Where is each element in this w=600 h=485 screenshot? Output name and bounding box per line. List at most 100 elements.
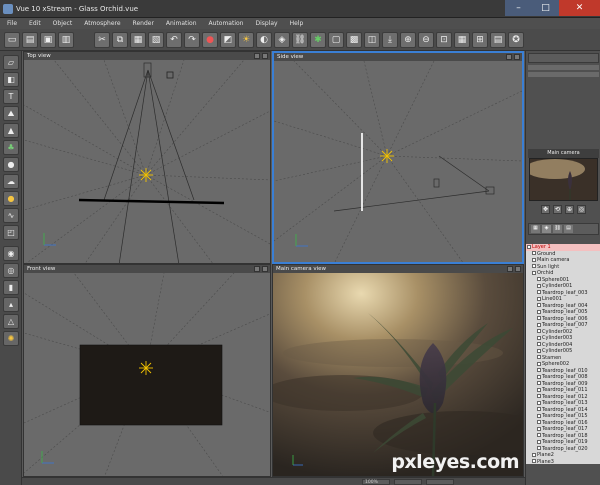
visibility-checkbox[interactable] [537, 387, 541, 392]
visibility-checkbox[interactable] [537, 446, 541, 450]
cylinder-icon[interactable]: ▮ [3, 280, 19, 295]
visibility-checkbox[interactable] [537, 355, 541, 359]
menu-display[interactable]: Display [252, 20, 286, 27]
pyramid-icon[interactable]: △ [3, 314, 19, 329]
panel-slider-2[interactable] [528, 72, 599, 77]
visibility-checkbox[interactable] [537, 439, 541, 444]
render-icon[interactable]: ● [202, 32, 218, 48]
plant-icon[interactable]: ♣ [3, 140, 19, 155]
light-icon[interactable]: ● [3, 191, 19, 206]
rock-icon[interactable]: ▲ [3, 123, 19, 138]
visibility-checkbox[interactable] [527, 244, 531, 249]
metablob-icon[interactable]: ✺ [3, 331, 19, 346]
atmosphere-icon[interactable]: ☀ [238, 32, 254, 48]
world-tree-item[interactable]: Plane3 [526, 459, 600, 464]
save-as-icon[interactable]: ▥ [58, 32, 74, 48]
visibility-checkbox[interactable] [537, 394, 541, 398]
minimize-button[interactable]: – [505, 0, 532, 16]
cam-zoom-icon[interactable]: ⊕ [565, 205, 574, 214]
sky-icon[interactable]: ◐ [256, 32, 272, 48]
visibility-checkbox[interactable] [537, 348, 541, 353]
visibility-checkbox[interactable] [537, 329, 541, 333]
visibility-checkbox[interactable] [537, 374, 541, 379]
zoom-in-icon[interactable]: ⊕ [400, 32, 416, 48]
camera-preview[interactable] [529, 158, 598, 201]
close-button[interactable]: ✕ [559, 0, 600, 16]
viewport-side[interactable]: Side view [272, 51, 524, 264]
visibility-checkbox[interactable] [537, 400, 541, 405]
viewport-min-icon[interactable] [254, 266, 260, 272]
visibility-checkbox[interactable] [532, 270, 536, 275]
cube-icon[interactable]: ◧ [3, 72, 19, 87]
viewport-min-icon[interactable] [507, 266, 513, 272]
visibility-checkbox[interactable] [537, 407, 541, 411]
tab-links-icon[interactable]: ⛓ [553, 225, 562, 233]
panel-slider-1[interactable] [528, 65, 599, 70]
panel-tabs[interactable] [528, 53, 599, 63]
text-icon[interactable]: T [3, 89, 19, 104]
visibility-checkbox[interactable] [537, 361, 541, 366]
import-icon[interactable]: ◰ [3, 225, 19, 240]
paste-icon[interactable]: ▦ [130, 32, 146, 48]
redo-icon[interactable]: ↷ [184, 32, 200, 48]
duplicate-icon[interactable]: ▧ [148, 32, 164, 48]
tab-objects-icon[interactable]: ▦ [531, 225, 540, 233]
open-icon[interactable]: ▤ [22, 32, 38, 48]
viewport-front[interactable]: Front view [23, 264, 271, 477]
sphere-primitive-icon[interactable]: ◉ [3, 246, 19, 261]
cloud-icon[interactable]: ☁ [3, 174, 19, 189]
visibility-checkbox[interactable] [537, 290, 541, 294]
viewport-max-icon[interactable] [514, 54, 520, 60]
visibility-checkbox[interactable] [537, 303, 541, 307]
color-palette-icon[interactable]: ✱ [310, 32, 326, 48]
maximize-button[interactable]: □ [532, 0, 559, 16]
visibility-checkbox[interactable] [537, 296, 541, 301]
undo-icon[interactable]: ↶ [166, 32, 182, 48]
new-icon[interactable]: ▭ [4, 32, 20, 48]
cam-orbit-icon[interactable]: ⟲ [553, 205, 562, 214]
menu-automation[interactable]: Automation [206, 20, 253, 27]
visibility-checkbox[interactable] [537, 413, 541, 418]
tab-library-icon[interactable]: ▤ [564, 225, 573, 233]
visibility-checkbox[interactable] [537, 309, 541, 314]
viewport-max-icon[interactable] [515, 266, 521, 272]
world-browser-icon[interactable]: ✪ [508, 32, 524, 48]
cone-icon[interactable]: ▴ [3, 297, 19, 312]
material-icon[interactable]: ◈ [274, 32, 290, 48]
viewport-top[interactable]: Top view [23, 51, 271, 264]
viewport-min-icon[interactable] [506, 54, 512, 60]
visibility-checkbox[interactable] [537, 426, 541, 431]
menu-help[interactable]: Help [287, 20, 313, 27]
visibility-checkbox[interactable] [537, 433, 541, 437]
visibility-checkbox[interactable] [532, 251, 536, 255]
terrain-icon[interactable]: ⛰ [3, 106, 19, 121]
cut-icon[interactable]: ✂ [94, 32, 110, 48]
zoom-fit-icon[interactable]: ⊡ [436, 32, 452, 48]
viewport-max-icon[interactable] [262, 266, 268, 272]
cam-focus-icon[interactable]: ◎ [577, 205, 586, 214]
torus-icon[interactable]: ◎ [3, 263, 19, 278]
viewport-layout-icon[interactable]: ⊞ [472, 32, 488, 48]
link-icon[interactable]: ⛓ [292, 32, 308, 48]
group-icon[interactable]: ▢ [328, 32, 344, 48]
menu-render[interactable]: Render [130, 20, 163, 27]
visibility-checkbox[interactable] [537, 316, 541, 320]
camera-icon[interactable]: ▤ [490, 32, 506, 48]
zoom-out-icon[interactable]: ⊖ [418, 32, 434, 48]
menu-animation[interactable]: Animation [163, 20, 206, 27]
ungroup-icon[interactable]: ▩ [346, 32, 362, 48]
render-area-icon[interactable]: ◩ [220, 32, 236, 48]
menu-atmosphere[interactable]: Atmosphere [81, 20, 129, 27]
visibility-checkbox[interactable] [537, 335, 541, 340]
wireframe-icon[interactable]: ▦ [454, 32, 470, 48]
cam-pan-icon[interactable]: ✥ [541, 205, 550, 214]
spline-icon[interactable]: ∿ [3, 208, 19, 223]
menu-object[interactable]: Object [50, 20, 82, 27]
save-icon[interactable]: ▣ [40, 32, 56, 48]
visibility-checkbox[interactable] [532, 452, 536, 457]
sphere-icon[interactable]: ● [3, 157, 19, 172]
tab-materials-icon[interactable]: ◈ [542, 225, 551, 233]
visibility-checkbox[interactable] [537, 381, 541, 385]
visibility-checkbox[interactable] [537, 342, 541, 346]
visibility-checkbox[interactable] [532, 264, 536, 268]
